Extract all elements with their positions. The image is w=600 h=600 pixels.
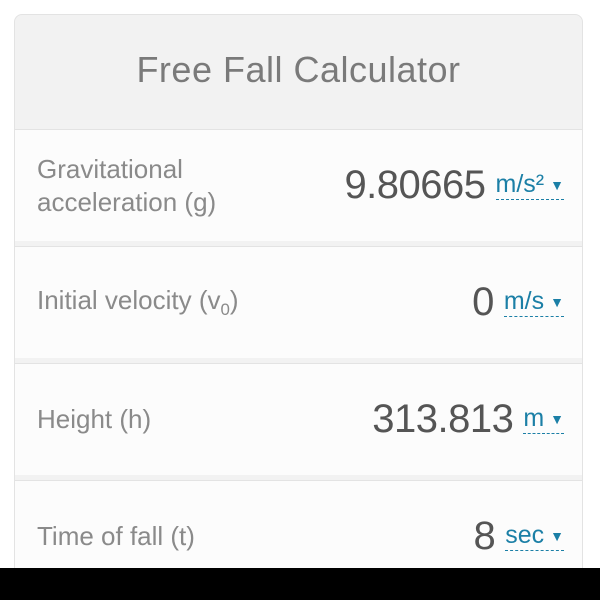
unit-text: m/s [504,288,544,316]
unit-select-height[interactable]: m ▼ [523,405,564,435]
chevron-down-icon: ▼ [550,529,564,544]
label-time: Time of fall (t) [37,520,277,553]
value-gravity[interactable]: 9.80665 [277,163,496,208]
unit-select-gravity[interactable]: m/s² ▼ [496,171,564,201]
value-time[interactable]: 8 [277,514,505,559]
row-initial-velocity: Initial velocity (v0) 0 m/s ▼ [15,246,582,358]
unit-text: m [523,405,544,433]
chevron-down-icon: ▼ [550,412,564,427]
chevron-down-icon: ▼ [550,295,564,310]
label-height: Height (h) [37,403,277,436]
value-initial-velocity[interactable]: 0 [277,280,504,325]
rows-container: Gravitational acceleration (g) 9.80665 m… [15,125,582,592]
footer-bar [0,568,600,600]
unit-select-time[interactable]: sec ▼ [505,522,564,552]
unit-text: m/s² [496,171,545,199]
card-title: Free Fall Calculator [15,15,582,125]
calculator-card: Free Fall Calculator Gravitational accel… [14,14,583,593]
label-initial-velocity: Initial velocity (v0) [37,284,277,320]
chevron-down-icon: ▼ [550,178,564,193]
unit-text: sec [505,522,544,550]
label-gravity: Gravitational acceleration (g) [37,153,277,218]
row-height: Height (h) 313.813 m ▼ [15,363,582,475]
unit-select-velocity[interactable]: m/s ▼ [504,288,564,318]
row-gravity: Gravitational acceleration (g) 9.80665 m… [15,129,582,241]
value-height[interactable]: 313.813 [277,397,523,442]
